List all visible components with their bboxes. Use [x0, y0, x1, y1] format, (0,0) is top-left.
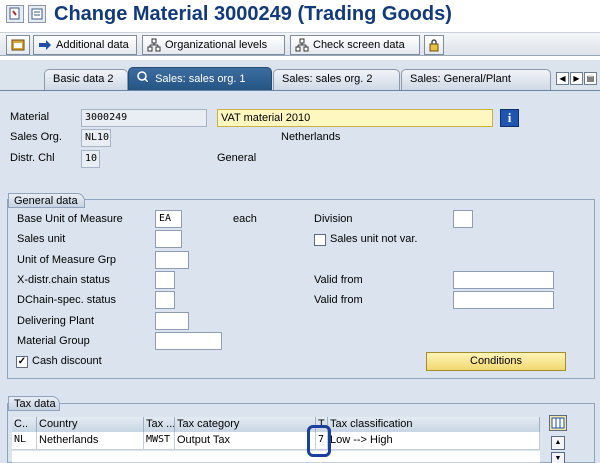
division-label: Division	[314, 213, 353, 225]
column-header-tax-cond[interactable]: Tax ...	[144, 417, 175, 432]
column-header-country[interactable]: Country	[37, 417, 144, 432]
table-row-empty	[12, 451, 540, 463]
delivering-plant-field[interactable]	[155, 312, 189, 330]
tab-icon	[137, 71, 149, 85]
lock-icon	[427, 38, 441, 52]
material-description-field[interactable]: VAT material 2010	[217, 109, 493, 127]
tax-data-title: Tax data	[8, 396, 60, 411]
scroll-up-icon[interactable]: ▲	[551, 436, 565, 450]
check-screen-data-label: Check screen data	[313, 39, 405, 51]
base-uom-description: each	[233, 213, 257, 225]
column-header-tax-classification[interactable]: Tax classification	[328, 417, 540, 432]
distr-chl-description: General	[217, 152, 257, 164]
x-distr-chain-status-label: X-distr.chain status	[17, 274, 110, 286]
tab-sales-sales-org-2[interactable]: Sales: sales org. 2	[273, 69, 400, 90]
sales-org-field[interactable]: NL10	[81, 129, 111, 147]
x-distr-chain-status-field[interactable]	[155, 271, 175, 289]
check-screen-data-button[interactable]: Check screen data	[290, 35, 420, 55]
division-field[interactable]	[453, 210, 473, 228]
application-toolbar: Additional data Organizational levels Ch…	[0, 32, 600, 56]
sales-unit-not-var-checkbox[interactable]	[314, 234, 326, 246]
tab-label: Sales: sales org. 1	[155, 73, 246, 85]
organizational-levels-label: Organizational levels	[165, 39, 268, 51]
lock-button[interactable]	[424, 35, 444, 55]
tab-label: Sales: General/Plant	[410, 73, 511, 85]
dchain-spec-status-field[interactable]	[155, 291, 175, 309]
tab-list-icon[interactable]: ▤	[584, 72, 597, 85]
table-cell-country: Netherlands	[37, 432, 144, 450]
material-number-field[interactable]: 3000249	[81, 109, 207, 127]
arrow-right-icon	[38, 38, 52, 52]
page-title: Change Material 3000249 (Trading Goods)	[54, 3, 452, 25]
sales-unit-field[interactable]	[155, 230, 182, 248]
tab-label: Basic data 2	[53, 73, 114, 85]
material-group-field[interactable]	[155, 332, 222, 350]
sales-unit-not-var-label: Sales unit not var.	[330, 233, 418, 245]
title-bar: Change Material 3000249 (Trading Goods)	[0, 0, 600, 30]
column-header-tax-category[interactable]: Tax category	[175, 417, 316, 432]
table-cell-tax-cond: MWST	[144, 432, 175, 450]
material-group-label: Material Group	[17, 335, 90, 347]
sales-org-description: Netherlands	[281, 131, 341, 143]
column-header-country-code[interactable]: C..	[12, 417, 37, 432]
cash-discount-checkbox[interactable]: ✓	[16, 356, 28, 368]
organizational-levels-button[interactable]: Organizational levels	[142, 35, 285, 55]
tab-sales-general-plant[interactable]: Sales: General/Plant	[401, 69, 551, 90]
valid-from-field-2[interactable]	[453, 291, 554, 309]
other-material-icon[interactable]	[28, 5, 46, 23]
valid-from-label-1: Valid from	[314, 274, 363, 286]
scroll-down-icon[interactable]: ▼	[551, 452, 565, 463]
valid-from-field-1[interactable]	[453, 271, 554, 289]
uom-grp-field[interactable]	[155, 251, 189, 269]
material-label: Material	[10, 111, 50, 123]
sales-unit-label: Sales unit	[17, 233, 66, 245]
highlight-ring	[307, 425, 331, 457]
base-uom-label: Base Unit of Measure	[17, 213, 123, 225]
additional-data-button[interactable]: Additional data	[33, 35, 137, 55]
display-change-icon[interactable]	[6, 5, 24, 23]
tab-label: Sales: sales org. 2	[282, 73, 373, 85]
views-icon	[11, 38, 25, 52]
info-icon[interactable]: i	[500, 109, 519, 127]
additional-data-label: Additional data	[56, 39, 129, 51]
tab-basic-data-2[interactable]: Basic data 2	[44, 69, 128, 90]
dchain-spec-status-label: DChain-spec. status	[17, 294, 117, 306]
distr-chl-field[interactable]: 10	[81, 150, 100, 168]
table-cell-tax-category: Output Tax	[175, 432, 316, 450]
valid-from-label-2: Valid from	[314, 294, 363, 306]
table-settings-icon[interactable]	[549, 415, 567, 431]
tab-strip: Basic data 2 Sales: sales org. 1 Sales: …	[0, 60, 600, 90]
sales-org-label: Sales Org.	[10, 131, 62, 143]
base-uom-field[interactable]: EA	[155, 210, 182, 228]
cash-discount-label: Cash discount	[32, 355, 102, 367]
conditions-button[interactable]: Conditions	[426, 352, 566, 371]
distr-chl-label: Distr. Chl	[10, 152, 55, 164]
org-levels-icon	[147, 38, 161, 52]
tab-scroll-left-icon[interactable]: ◀	[556, 72, 569, 85]
table-cell-tax-classification: Low --> High	[328, 432, 540, 450]
tab-scroll-right-icon[interactable]: ▶	[570, 72, 583, 85]
tab-sales-sales-org-1[interactable]: Sales: sales org. 1	[128, 67, 272, 90]
general-data-title: General data	[8, 193, 85, 208]
table-cell-country-code: NL	[12, 432, 37, 450]
delivering-plant-label: Delivering Plant	[17, 315, 95, 327]
uom-grp-label: Unit of Measure Grp	[17, 254, 117, 266]
views-button[interactable]	[6, 35, 30, 55]
org-structure-icon	[295, 38, 309, 52]
